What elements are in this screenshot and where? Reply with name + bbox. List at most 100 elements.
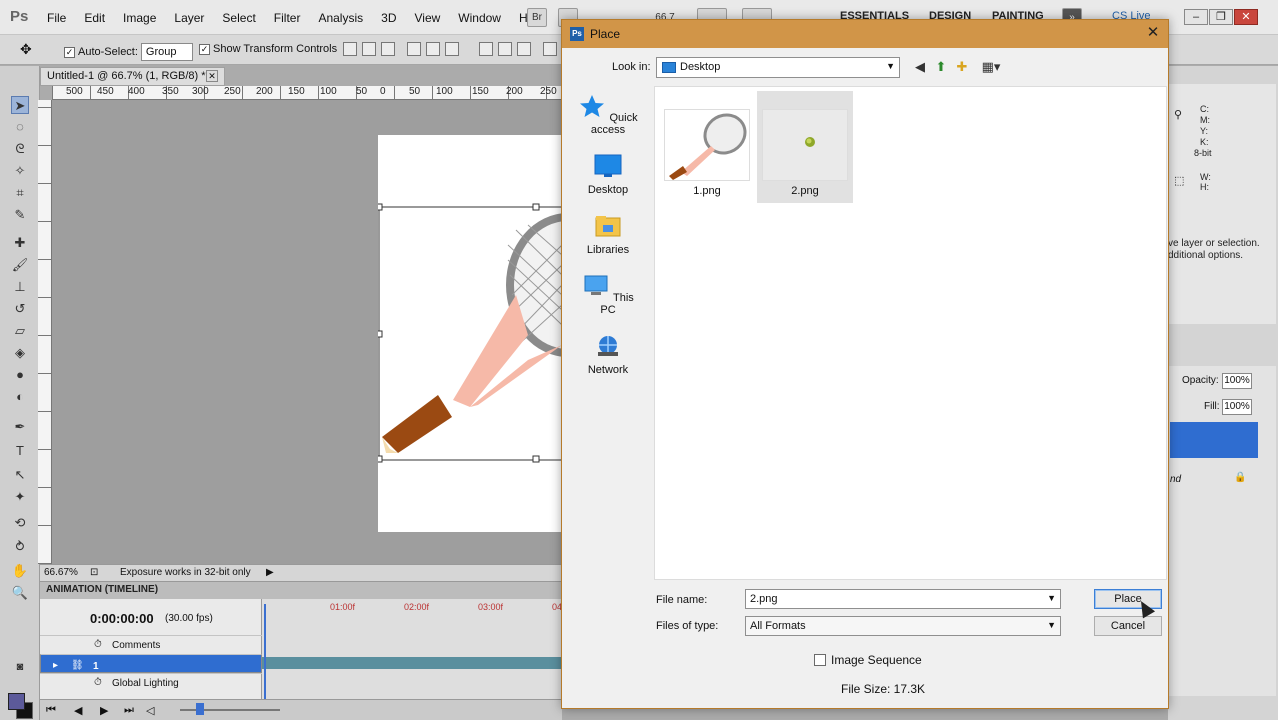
stopwatch-icon[interactable]: ⏱ (94, 639, 102, 650)
menu-image[interactable]: Image (114, 11, 165, 25)
status-info-icon[interactable]: ⊡ (90, 567, 98, 578)
foreground-color-swatch[interactable] (8, 693, 25, 710)
document-tab[interactable]: Untitled-1 @ 66.7% (1, RGB/8) * ✕ (40, 67, 225, 86)
document-canvas[interactable] (375, 135, 630, 532)
history-brush-tool-icon[interactable]: ↺ (11, 300, 29, 318)
audio-icon[interactable]: ◁ (146, 704, 154, 717)
marquee-tool-icon[interactable]: ◌ (11, 118, 29, 136)
lasso-tool-icon[interactable]: ᘓ (11, 140, 29, 158)
canvas-area[interactable] (52, 100, 630, 564)
previous-frame-icon[interactable]: ◀ (74, 704, 82, 717)
align-left-icon[interactable] (407, 42, 421, 56)
cancel-button[interactable]: Cancel (1094, 616, 1162, 636)
back-icon[interactable]: ◀ (912, 59, 928, 75)
expand-arrow-icon[interactable]: ▸ (53, 658, 58, 674)
dialog-close-icon[interactable]: ✕ (1144, 24, 1162, 42)
file-list[interactable]: 1.png 2.png (654, 86, 1167, 580)
type-tool-icon[interactable]: T (11, 442, 29, 460)
menu-edit[interactable]: Edit (75, 11, 114, 25)
close-document-icon[interactable]: ✕ (206, 70, 218, 82)
place-network[interactable]: Network (574, 334, 642, 376)
file-item-selected[interactable]: 2.png (757, 91, 853, 203)
timeline-row-global-lighting[interactable]: ⏱ Global Lighting (40, 673, 262, 692)
auto-select-dropdown[interactable]: Group (140, 43, 193, 61)
eyedropper-tool-icon[interactable]: ✎ (11, 206, 29, 224)
chevron-down-icon[interactable]: ▼ (1047, 593, 1056, 603)
menu-select[interactable]: Select (213, 11, 264, 25)
place-quick-access[interactable]: Quick access (574, 94, 642, 136)
align-bottom-icon[interactable] (381, 42, 395, 56)
first-frame-icon[interactable]: ⏮ (46, 704, 56, 717)
align-top-icon[interactable] (343, 42, 357, 56)
layer-name-fragment[interactable]: nd (1170, 474, 1181, 485)
timeline-zoom-thumb[interactable] (196, 703, 204, 715)
timeline-row-layer-1[interactable]: ▸ ⛓ 1 (40, 654, 262, 673)
fill-field[interactable]: 100% (1222, 399, 1252, 415)
menu-analysis[interactable]: Analysis (309, 11, 372, 25)
file-name-input[interactable]: 2.png ▼ (745, 589, 1061, 609)
look-in-dropdown[interactable]: Desktop ▼ (656, 57, 900, 78)
distribute-vcenter-icon[interactable] (498, 42, 512, 56)
brush-tool-icon[interactable]: 🖌 (11, 256, 29, 274)
crop-tool-icon[interactable]: ⌗ (11, 184, 29, 202)
timeline-track-area[interactable]: 01:00f 02:00f 03:00f 04 (262, 599, 562, 706)
align-hcenter-icon[interactable] (426, 42, 440, 56)
opacity-field[interactable]: 100% (1222, 373, 1252, 389)
menu-window[interactable]: Window (449, 11, 510, 25)
place-this-pc[interactable]: This PC (574, 274, 642, 316)
dodge-tool-icon[interactable]: ◐ (11, 388, 29, 406)
timeline-row-comments[interactable]: ⏱ Comments (40, 635, 262, 654)
distribute-bottom-icon[interactable] (517, 42, 531, 56)
align-right-icon[interactable] (445, 42, 459, 56)
restore-icon[interactable]: ❐ (1209, 9, 1233, 25)
align-vcenter-icon[interactable] (362, 42, 376, 56)
blur-tool-icon[interactable]: ● (11, 366, 29, 384)
move-tool-icon[interactable]: ➤ (11, 96, 29, 114)
new-folder-icon[interactable]: ✚ (954, 59, 970, 75)
show-transform-checkbox[interactable]: ✓ (199, 43, 210, 55)
view-menu-icon[interactable]: ▦▾ (978, 59, 1004, 75)
path-selection-tool-icon[interactable]: ↖ (11, 466, 29, 484)
up-folder-icon[interactable]: ⬆ (933, 59, 949, 75)
hand-tool-icon[interactable]: ✋ (11, 562, 29, 580)
3d-rotate-tool-icon[interactable]: ⟲ (11, 514, 29, 532)
quick-select-tool-icon[interactable]: ✧ (11, 162, 29, 180)
pen-tool-icon[interactable]: ✒ (11, 418, 29, 436)
distribute-top-icon[interactable] (479, 42, 493, 56)
healing-brush-tool-icon[interactable]: ✚ (11, 234, 29, 252)
stopwatch-icon[interactable]: ⏱ (94, 677, 102, 688)
paint-bucket-tool-icon[interactable]: ◈ (11, 344, 29, 362)
close-app-icon[interactable]: ✕ (1234, 9, 1258, 25)
image-sequence-option[interactable]: Image Sequence (814, 653, 922, 667)
eraser-tool-icon[interactable]: ▱ (11, 322, 29, 340)
selected-layer-row[interactable] (1170, 422, 1258, 458)
move-tool-icon[interactable]: ✥ (20, 41, 32, 58)
layer-duration-bar[interactable] (262, 657, 562, 669)
place-libraries[interactable]: Libraries (574, 214, 642, 256)
3d-orbit-tool-icon[interactable]: ⥁ (11, 538, 29, 556)
file-item[interactable]: 1.png (659, 91, 755, 203)
image-sequence-checkbox[interactable] (814, 654, 826, 666)
status-zoom[interactable]: 66.67% (44, 567, 78, 578)
next-frame-icon[interactable]: ⏭ (124, 704, 134, 717)
animation-panel-tab[interactable]: ANIMATION (TIMELINE) (40, 582, 562, 599)
timeline-playhead[interactable] (264, 604, 266, 704)
menu-3d[interactable]: 3D (372, 11, 405, 25)
dialog-title-bar[interactable]: Ps Place ✕ (562, 20, 1168, 48)
menu-layer[interactable]: Layer (165, 11, 213, 25)
auto-select-checkbox[interactable]: ✓ (64, 46, 75, 58)
quick-mask-icon[interactable]: ◙ (11, 658, 29, 676)
play-icon[interactable]: ▶ (100, 704, 108, 717)
files-of-type-dropdown[interactable]: All Formats ▼ (745, 616, 1061, 636)
menu-filter[interactable]: Filter (265, 11, 310, 25)
shape-tool-icon[interactable]: ✦ (11, 488, 29, 506)
minimize-icon[interactable]: – (1184, 9, 1208, 25)
distribute-left-icon[interactable] (543, 42, 557, 56)
menu-file[interactable]: File (38, 11, 75, 25)
clone-stamp-tool-icon[interactable]: ⊥ (11, 278, 29, 296)
status-menu-arrow-icon[interactable]: ▶ (266, 567, 274, 578)
bridge-button[interactable]: Br (527, 8, 547, 27)
zoom-tool-icon[interactable]: 🔍 (11, 584, 29, 602)
timeline-zoom-slider[interactable] (180, 709, 280, 711)
menu-view[interactable]: View (405, 11, 449, 25)
